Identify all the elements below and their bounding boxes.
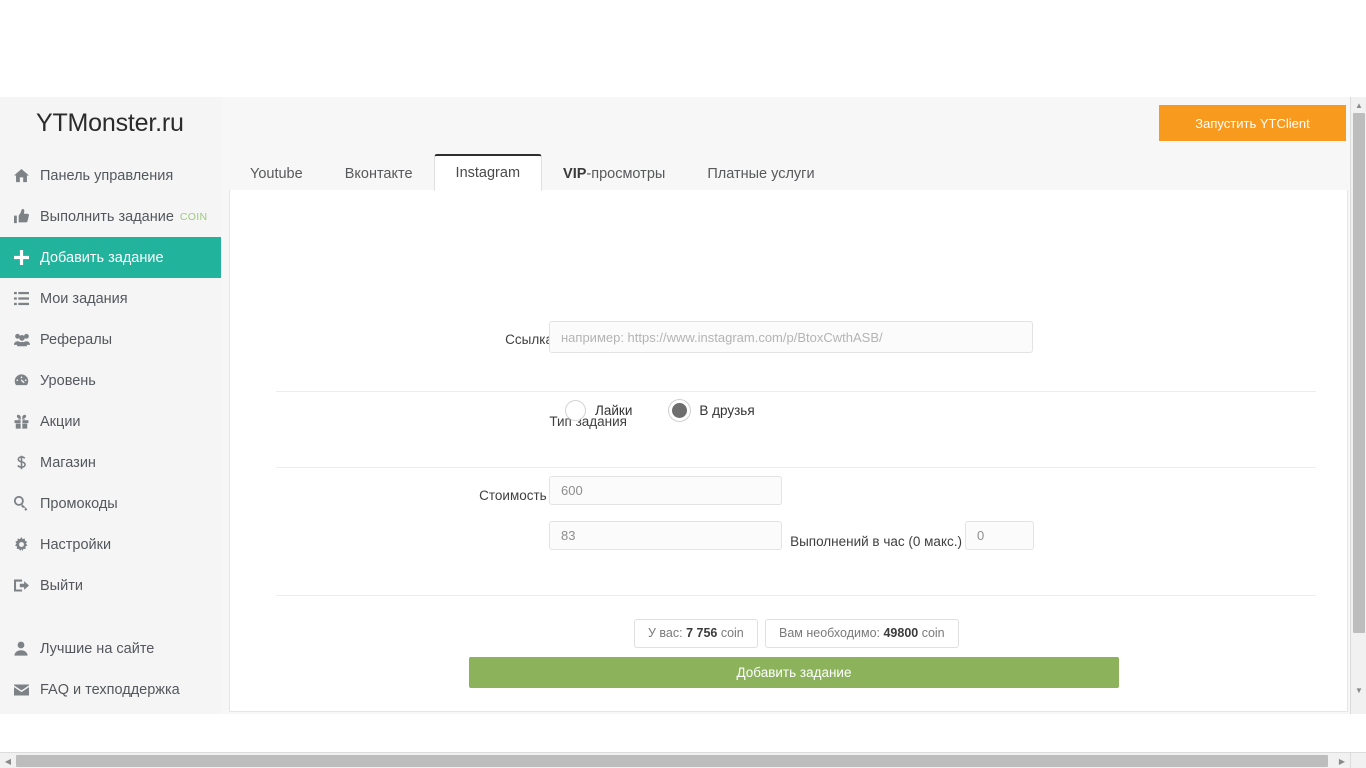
tab-label: Вконтакте — [345, 166, 413, 182]
tab-label: Instagram — [456, 165, 520, 181]
radio-mark[interactable] — [565, 400, 586, 421]
balance-prefix: У вас: — [648, 626, 686, 640]
tab-instagram[interactable]: Instagram — [434, 154, 542, 191]
task-type-radio-group[interactable]: Лайки В друзья — [565, 400, 792, 421]
tab-вконтакте[interactable]: Вконтакте — [324, 157, 434, 191]
sidebar-item-label: Акции — [40, 414, 81, 430]
sidebar-item-home[interactable]: Панель управления — [0, 155, 221, 196]
vertical-scrollbar-thumb[interactable] — [1353, 113, 1365, 633]
tab-label: Платные услуги — [707, 166, 814, 182]
gift-icon — [14, 414, 40, 429]
sidebar-item-dollar[interactable]: Магазин — [0, 442, 221, 483]
sidebar-item-label: Промокоды — [40, 496, 118, 512]
link-input[interactable] — [549, 321, 1033, 353]
sidebar: YTMonster.ru Панель управления Выполнить … — [0, 97, 221, 714]
divider-1 — [276, 391, 1316, 392]
sidebar-item-envelope[interactable]: FAQ и техподдержка — [0, 669, 221, 710]
browser-viewport: YTMonster.ru Панель управления Выполнить … — [0, 0, 1366, 768]
sidebar-item-user[interactable]: Лучшие на сайте — [0, 628, 221, 669]
scrollbar-corner — [1350, 752, 1366, 768]
tab-платные-услуги[interactable]: Платные услуги — [686, 157, 835, 191]
sidebar-item-logout[interactable]: Выйти — [0, 565, 221, 606]
sidebar-item-list[interactable]: Мои задания — [0, 278, 221, 319]
needed-prefix: Вам необходимо: — [779, 626, 883, 640]
brand-logo[interactable]: YTMonster.ru — [36, 109, 184, 138]
scroll-down-arrow-icon[interactable]: ▼ — [1351, 682, 1366, 698]
sidebar-item-label: Выйти — [40, 578, 83, 594]
sidebar-item-label: Уровень — [40, 373, 96, 389]
divider-2 — [276, 467, 1316, 468]
sidebar-item-plus[interactable]: Добавить задание — [0, 237, 221, 278]
submit-task-button[interactable]: Добавить задание — [469, 657, 1119, 688]
key-icon — [14, 496, 40, 511]
home-icon — [14, 168, 40, 183]
horizontal-scrollbar[interactable]: ◀ ▶ — [0, 752, 1350, 768]
dashboard-icon — [14, 373, 40, 388]
needed-amount: 49800 — [883, 626, 918, 640]
vertical-scrollbar[interactable]: ▲ ▼ — [1350, 97, 1366, 714]
per-hour-label: Выполнений в час (0 макс.) — [775, 533, 962, 551]
thumbs-up-icon — [14, 209, 40, 224]
needed-suffix: coin — [918, 626, 944, 640]
radio-option-1[interactable]: В друзья — [669, 400, 754, 421]
radio-mark[interactable] — [669, 400, 690, 421]
page-content: YTMonster.ru Панель управления Выполнить … — [0, 97, 1350, 714]
tab-vip[interactable]: VIP-просмотры — [542, 157, 686, 191]
needed-pill: Вам необходимо: 49800 coin — [765, 619, 959, 648]
plus-icon — [14, 250, 40, 265]
sidebar-item-dashboard[interactable]: Уровень — [0, 360, 221, 401]
sidebar-nav: Панель управления Выполнить задание COIN До… — [0, 155, 221, 710]
radio-label: Лайки — [595, 403, 632, 418]
sidebar-item-label: Выполнить задание — [40, 209, 174, 225]
sidebar-item-label: Рефералы — [40, 332, 112, 348]
cost-input[interactable] — [549, 476, 782, 505]
users-icon — [14, 332, 40, 347]
count-input[interactable] — [549, 521, 782, 550]
radio-label: В друзья — [699, 403, 754, 418]
balance-pill: У вас: 7 756 coin — [634, 619, 758, 648]
sidebar-item-label: Магазин — [40, 455, 96, 471]
gear-icon — [14, 537, 40, 552]
horizontal-scrollbar-thumb[interactable] — [16, 755, 1328, 767]
tab-label: -просмотры — [586, 166, 665, 182]
radio-option-0[interactable]: Лайки — [565, 400, 632, 421]
balance-amount: 7 756 — [686, 626, 717, 640]
tab-label-prefix: VIP — [563, 166, 586, 182]
sidebar-item-label: FAQ и техподдержка — [40, 682, 180, 698]
logout-icon — [14, 578, 40, 593]
sidebar-item-gift[interactable]: Акции — [0, 401, 221, 442]
sidebar-item-label: Лучшие на сайте — [40, 641, 154, 657]
sidebar-item-label: Настройки — [40, 537, 111, 553]
sidebar-item-thumbs-up[interactable]: Выполнить задание COIN — [0, 196, 221, 237]
sidebar-item-label: Добавить задание — [40, 250, 164, 266]
scroll-up-arrow-icon[interactable]: ▲ — [1351, 97, 1366, 113]
envelope-icon — [14, 684, 40, 696]
task-form-panel: Ссылка на задание Тип задания ЛайкиВ дру… — [229, 190, 1348, 712]
user-icon — [14, 641, 40, 656]
sidebar-item-users[interactable]: Рефералы — [0, 319, 221, 360]
launch-ytclient-button[interactable]: Запустить YTClient — [1159, 105, 1346, 141]
sidebar-item-label: Панель управления — [40, 168, 173, 184]
balance-suffix: coin — [717, 626, 743, 640]
sidebar-separator — [0, 606, 221, 628]
sidebar-item-key[interactable]: Промокоды — [0, 483, 221, 524]
scroll-right-arrow-icon[interactable]: ▶ — [1334, 753, 1350, 768]
scroll-left-arrow-icon[interactable]: ◀ — [0, 753, 16, 768]
list-icon — [14, 291, 40, 306]
tab-youtube[interactable]: Youtube — [229, 157, 324, 191]
tab-bar: Youtube Вконтакте Instagram VIP-просмотры Пл… — [229, 155, 1348, 191]
dollar-icon — [14, 455, 40, 470]
sidebar-item-label: Мои задания — [40, 291, 128, 307]
sidebar-item-gear[interactable]: Настройки — [0, 524, 221, 565]
divider-3 — [276, 595, 1316, 596]
tab-label: Youtube — [250, 166, 303, 182]
per-hour-input[interactable] — [965, 521, 1034, 550]
coin-badge: COIN — [180, 211, 207, 223]
